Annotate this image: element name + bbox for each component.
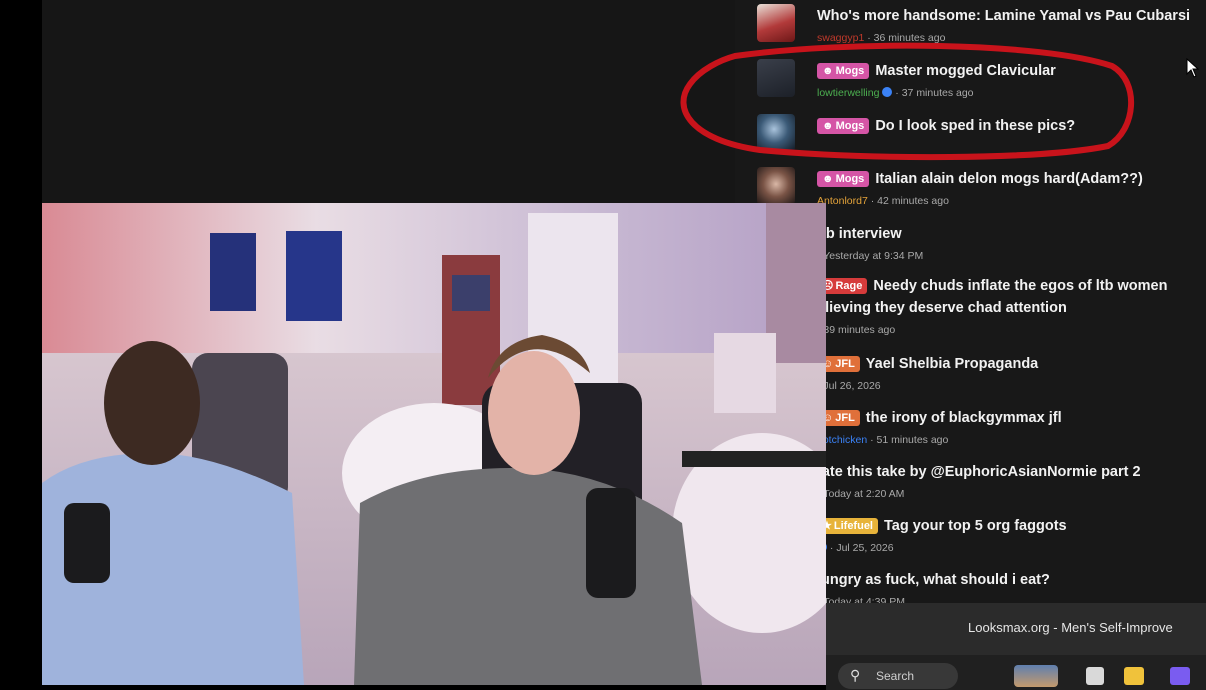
thread-meta: Antonlord7 · 42 minutes ago [817, 195, 949, 207]
verified-icon [882, 87, 893, 97]
thread-item[interactable]: Who's more handsome: Lamine Yamal vs Pau… [735, 0, 1206, 50]
thread-title[interactable]: ☻ Mogs Master mogged Clavicular [817, 61, 1056, 81]
thread-meta: · 39 minutes ago [817, 323, 895, 337]
screen: Who's more handsome: Lamine Yamal vs Pau… [0, 0, 1206, 690]
thread-title[interactable]: ☺ JFL Yael Shelbia Propaganda [817, 354, 1038, 374]
task-view-icon[interactable] [1086, 667, 1104, 685]
thread-title[interactable]: ☹ Rage Needy chuds inflate the egos of ltb… [817, 276, 1167, 296]
avatar [757, 167, 795, 205]
thread-time: 42 minutes ago [877, 195, 949, 207]
thread-title[interactable]: ob interview [817, 224, 902, 244]
avatar [757, 59, 795, 97]
thread-meta: lowtierwelling · 37 minutes ago [817, 87, 974, 99]
thread-prefix[interactable]: ☻ Mogs [817, 171, 870, 187]
thread-title[interactable]: lungry as fuck, what should i eat? [817, 570, 1050, 590]
widgets-icon[interactable] [1014, 665, 1058, 687]
thread-title[interactable]: tate this take by @EuphoricAsianNormie p… [817, 462, 1141, 482]
thread-time: 39 minutes ago [823, 324, 896, 336]
thread-item[interactable]: ☻ Mogs Master mogged Clavicular lowtierwel… [735, 55, 1206, 105]
thread-prefix[interactable]: ☻ Mogs [817, 118, 870, 134]
app-grid-icon[interactable] [1170, 667, 1190, 685]
thread-time: Jul 25, 2026 [836, 542, 894, 554]
thread-title[interactable]: ★ Lifefuel Tag your top 5 org faggots [817, 516, 1067, 536]
thread-title[interactable]: ☺ JFL the irony of blackgymmax jfl [817, 408, 1062, 428]
thread-author[interactable]: lowtierwelling [817, 87, 879, 99]
empty-dark-area [42, 0, 737, 203]
thread-title-line2[interactable]: elieving they deserve chad attention [817, 298, 1067, 318]
thread-author[interactable]: swaggyp1 [817, 32, 864, 44]
smile-icon: ☻ [822, 65, 834, 77]
thread-meta: · Jul 26, 2026 [817, 379, 881, 393]
taskbar: Looksmax.org - Men's Self-Improve ⚲ Sear… [826, 603, 1206, 690]
smile-icon: ☻ [822, 120, 834, 132]
webcam-video [42, 203, 826, 685]
thread-prefix[interactable]: ☻ Mogs [817, 63, 870, 79]
taskbar-search[interactable]: ⚲ Search [838, 663, 958, 689]
thread-time: Jul 26, 2026 [823, 380, 881, 392]
thread-meta: · Today at 2:20 AM [817, 487, 904, 501]
thread-title[interactable]: ☻ Mogs Do I look sped in these pics? [817, 116, 1075, 136]
browser-tab[interactable]: Looksmax.org - Men's Self-Improve [826, 603, 1206, 655]
search-icon: ⚲ [850, 667, 861, 683]
thread-time: 36 minutes ago [873, 32, 946, 44]
search-label: Search [876, 669, 915, 683]
browser-tab-title: Looksmax.org - Men's Self-Improve [968, 620, 1173, 635]
thread-title[interactable]: ☻ Mogs Italian alain delon mogs hard(Adam?… [817, 169, 1143, 189]
avatar [757, 114, 795, 152]
thread-meta: · Yesterday at 9:34 PM [817, 249, 923, 263]
mouse-cursor-icon [1186, 58, 1200, 78]
thread-time: Today at 2:20 AM [823, 488, 905, 500]
thread-time: 51 minutes ago [876, 434, 949, 446]
thread-item[interactable]: ☻ Mogs Do I look sped in these pics? [735, 110, 1206, 160]
thread-time: Yesterday at 9:34 PM [823, 250, 924, 262]
thread-meta: · Jul 25, 2026 [817, 541, 894, 555]
thread-meta: botchicken · 51 minutes ago [817, 434, 949, 446]
webcam-scene [42, 203, 826, 685]
thread-time: 37 minutes ago [901, 87, 974, 99]
thread-title[interactable]: Who's more handsome: Lamine Yamal vs Pau… [817, 6, 1190, 26]
thread-meta: swaggyp1 · 36 minutes ago [817, 32, 946, 44]
file-explorer-icon[interactable] [1124, 667, 1144, 685]
avatar [757, 4, 795, 42]
thread-prefix[interactable]: ★ Lifefuel [817, 518, 878, 534]
smile-icon: ☻ [822, 173, 834, 185]
